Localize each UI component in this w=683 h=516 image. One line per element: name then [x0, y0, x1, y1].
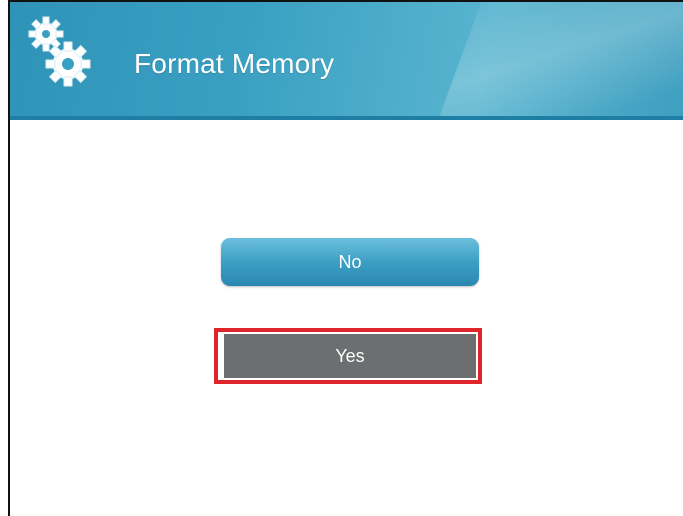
format-memory-screen: Format Memory No Yes: [8, 0, 683, 516]
yes-button[interactable]: Yes: [224, 334, 476, 378]
page-title: Format Memory: [134, 48, 335, 79]
header-highlight: [433, 2, 683, 120]
no-button[interactable]: No: [221, 238, 479, 286]
no-button-label: No: [338, 251, 362, 272]
gears-icon: [28, 16, 91, 87]
header-bar: Format Memory: [10, 2, 683, 120]
yes-button-label: Yes: [335, 345, 365, 366]
